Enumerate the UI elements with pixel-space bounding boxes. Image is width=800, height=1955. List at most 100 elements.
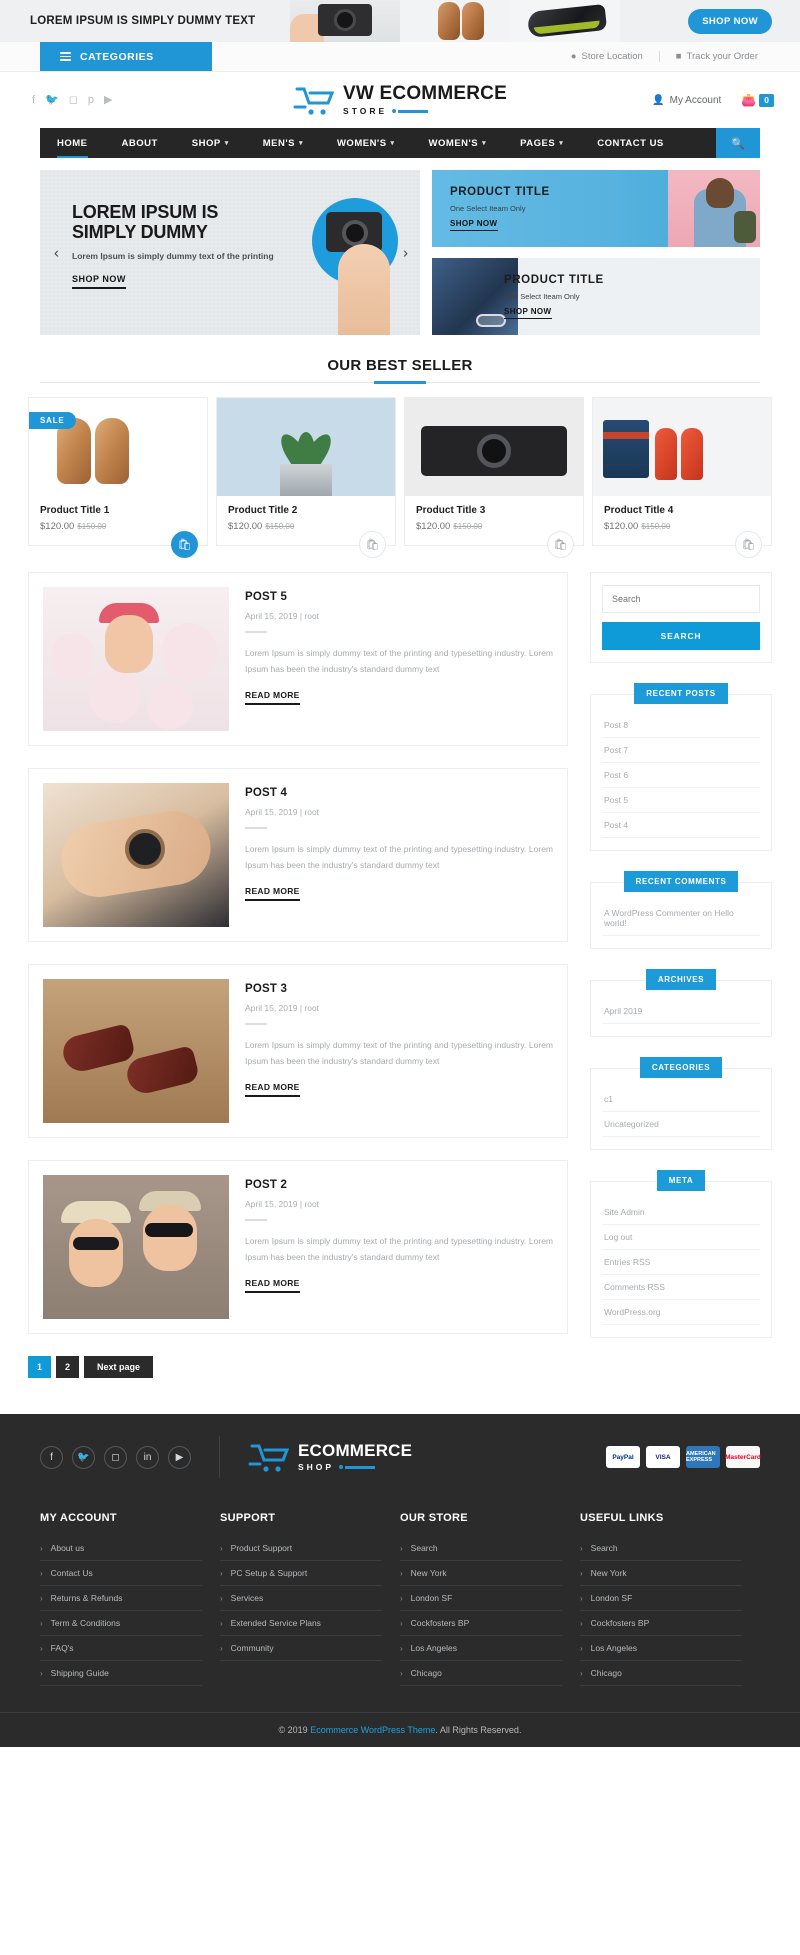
meta-item[interactable]: WordPress.org	[602, 1300, 760, 1325]
slider-next-arrow[interactable]: ›	[403, 244, 408, 261]
product-card[interactable]: Product Title 4 $120.00 $150.00 🛍	[592, 397, 772, 558]
post-title[interactable]: POST 5	[245, 591, 553, 603]
youtube-icon[interactable]: ▶	[104, 94, 112, 106]
instagram-icon[interactable]: ◻	[104, 1445, 127, 1469]
promo-banner-2[interactable]: PRODUCT TITLE One Select Iteam Only SHOP…	[432, 258, 760, 335]
pagination-page-1[interactable]: 1	[28, 1356, 52, 1378]
instagram-icon[interactable]: ◻	[69, 94, 78, 106]
nav-item-contact-us[interactable]: CONTACT US	[580, 128, 681, 158]
search-input[interactable]	[602, 585, 760, 613]
footer-link[interactable]: › New York	[580, 1561, 742, 1586]
footer-link[interactable]: › FAQ's	[40, 1636, 202, 1661]
recent-post-item[interactable]: Post 5	[602, 788, 760, 813]
footer-link[interactable]: › Cockfosters BP	[400, 1611, 562, 1636]
recent-post-item[interactable]: Post 7	[602, 738, 760, 763]
post-title[interactable]: POST 4	[245, 787, 553, 799]
pagination-page-2[interactable]: 2	[56, 1356, 80, 1378]
store-location-link[interactable]: ● Store Location	[555, 51, 659, 62]
archive-item[interactable]: April 2019	[602, 999, 760, 1024]
footer-link[interactable]: › PC Setup & Support	[220, 1561, 382, 1586]
add-to-cart-button[interactable]: 🛍	[171, 531, 198, 558]
meta-item[interactable]: Comments RSS	[602, 1275, 760, 1300]
footer-link[interactable]: › London SF	[400, 1586, 562, 1611]
post-thumbnail[interactable]	[43, 979, 229, 1123]
my-account-link[interactable]: 👤 My Account	[652, 95, 721, 106]
theme-link[interactable]: Ecommerce WordPress Theme	[310, 1725, 435, 1735]
nav-search-button[interactable]: 🔍	[716, 128, 760, 158]
categories-button[interactable]: CATEGORIES	[40, 42, 212, 71]
read-more-button[interactable]: READ MORE	[245, 690, 300, 705]
footer-logo[interactable]: ECOMMERCE SHOP	[248, 1440, 412, 1474]
add-to-cart-button[interactable]: 🛍	[547, 531, 574, 558]
hero-slider[interactable]: LOREM IPSUM IS SIMPLY DUMMY Lorem Ipsum …	[40, 170, 420, 335]
product-title: Product Title 1	[40, 505, 110, 516]
footer-link[interactable]: › About us	[40, 1536, 202, 1561]
footer-link[interactable]: › Search	[400, 1536, 562, 1561]
product-card[interactable]: Product Title 3 $120.00 $150.00 🛍	[404, 397, 584, 558]
recent-post-item[interactable]: Post 4	[602, 813, 760, 838]
recent-post-item[interactable]: Post 6	[602, 763, 760, 788]
product-card[interactable]: SALE Product Title 1 $120.00 $150.00 🛍	[28, 397, 208, 558]
search-button[interactable]: SEARCH	[602, 622, 760, 650]
post-thumbnail[interactable]	[43, 1175, 229, 1319]
meta-item[interactable]: Log out	[602, 1225, 760, 1250]
top-shop-now-button[interactable]: SHOP NOW	[688, 8, 772, 34]
footer-link[interactable]: › Chicago	[400, 1661, 562, 1686]
footer-link[interactable]: › Shipping Guide	[40, 1661, 202, 1686]
add-to-cart-button[interactable]: 🛍	[359, 531, 386, 558]
post-thumbnail[interactable]	[43, 587, 229, 731]
facebook-icon[interactable]: f	[32, 94, 35, 106]
add-to-cart-button[interactable]: 🛍	[735, 531, 762, 558]
post-title[interactable]: POST 2	[245, 1179, 553, 1191]
category-item[interactable]: c1	[602, 1087, 760, 1112]
post-title[interactable]: POST 3	[245, 983, 553, 995]
footer-link[interactable]: › Chicago	[580, 1661, 742, 1686]
meta-item[interactable]: Entries RSS	[602, 1250, 760, 1275]
recent-comment-item[interactable]: A WordPress Commenter on Hello world!	[602, 901, 760, 936]
footer-link[interactable]: › Los Angeles	[400, 1636, 562, 1661]
footer-link[interactable]: › Term & Conditions	[40, 1611, 202, 1636]
nav-item-about[interactable]: ABOUT	[105, 128, 175, 158]
site-logo[interactable]: VW ECOMMERCE STORE	[293, 83, 507, 117]
nav-item-womens-1[interactable]: WOMEN'S ▾	[320, 128, 412, 158]
nav-item-mens[interactable]: MEN'S ▾	[246, 128, 320, 158]
nav-item-shop[interactable]: SHOP ▾	[175, 128, 246, 158]
nav-item-pages[interactable]: PAGES ▾	[503, 128, 580, 158]
cart-button[interactable]: 👛 0	[741, 93, 774, 107]
footer-link[interactable]: › Product Support	[220, 1536, 382, 1561]
footer-link[interactable]: › Returns & Refunds	[40, 1586, 202, 1611]
footer-link[interactable]: › Services	[220, 1586, 382, 1611]
facebook-icon[interactable]: f	[40, 1445, 63, 1469]
recent-post-item[interactable]: Post 8	[602, 713, 760, 738]
footer-link[interactable]: › Los Angeles	[580, 1636, 742, 1661]
youtube-icon[interactable]: ▶	[168, 1445, 191, 1469]
pagination-next-button[interactable]: Next page	[84, 1356, 154, 1378]
promo-shop-now-button[interactable]: SHOP NOW	[450, 219, 498, 231]
twitter-icon[interactable]: 🐦	[45, 94, 59, 106]
product-card[interactable]: Product Title 2 $120.00 $150.00 🛍	[216, 397, 396, 558]
linkedin-icon[interactable]: in	[136, 1445, 159, 1469]
promo-shop-now-button[interactable]: SHOP NOW	[504, 307, 552, 319]
footer-link[interactable]: › London SF	[580, 1586, 742, 1611]
track-order-link[interactable]: ■ Track your Order	[660, 51, 774, 62]
footer-link[interactable]: › New York	[400, 1561, 562, 1586]
hero-shop-now-button[interactable]: SHOP NOW	[72, 274, 126, 290]
footer-link[interactable]: › Community	[220, 1636, 382, 1661]
footer-link[interactable]: › Contact Us	[40, 1561, 202, 1586]
footer-link[interactable]: › Extended Service Plans	[220, 1611, 382, 1636]
twitter-icon[interactable]: 🐦	[72, 1445, 95, 1469]
promo-banner-1[interactable]: PRODUCT TITLE One Select Iteam Only SHOP…	[432, 170, 760, 247]
footer-link[interactable]: › Search	[580, 1536, 742, 1561]
post-thumbnail[interactable]	[43, 783, 229, 927]
meta-item[interactable]: Site Admin	[602, 1200, 760, 1225]
slider-prev-arrow[interactable]: ‹	[54, 244, 59, 261]
pinterest-icon[interactable]: p	[88, 94, 94, 106]
nav-item-home[interactable]: HOME	[40, 128, 105, 158]
footer-link[interactable]: › Cockfosters BP	[580, 1611, 742, 1636]
nav-item-womens-2[interactable]: WOMEN'S ▾	[412, 128, 504, 158]
read-more-button[interactable]: READ MORE	[245, 1082, 300, 1097]
category-item[interactable]: Uncategorized	[602, 1112, 760, 1137]
read-more-button[interactable]: READ MORE	[245, 1278, 300, 1293]
hero-slide-text: LOREM IPSUM IS SIMPLY DUMMY Lorem Ipsum …	[72, 202, 282, 290]
read-more-button[interactable]: READ MORE	[245, 886, 300, 901]
